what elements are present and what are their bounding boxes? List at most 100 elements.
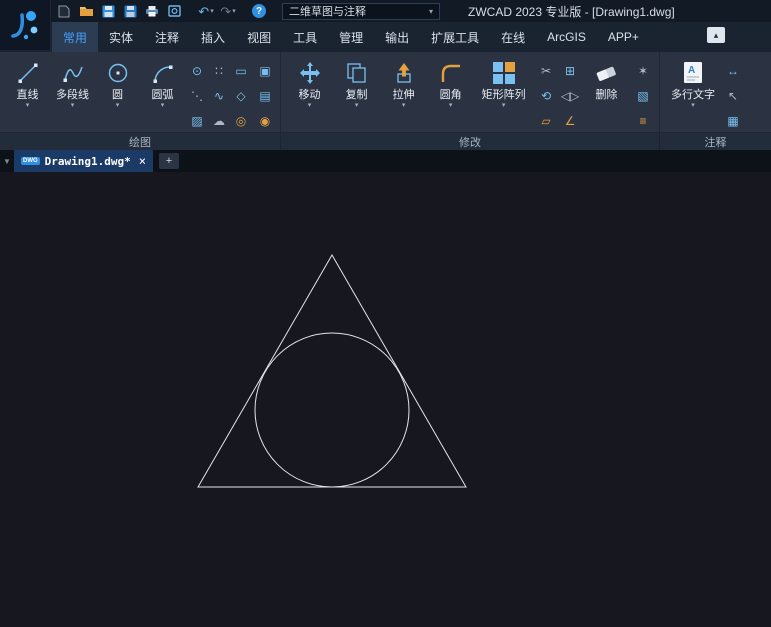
tool-stretch[interactable]: 拉伸 ▾	[381, 56, 426, 110]
chevron-down-icon[interactable]: ▾	[402, 102, 406, 110]
help-icon[interactable]: ?	[252, 4, 266, 18]
chevron-down-icon[interactable]: ▾	[26, 102, 30, 110]
rectangle-icon[interactable]: ▭	[230, 58, 252, 83]
new-document-tab-button[interactable]: +	[159, 153, 179, 169]
chevron-down-icon[interactable]: ▾	[161, 102, 165, 110]
drawing-canvas[interactable]	[0, 172, 771, 627]
tool-copy[interactable]: 复制 ▾	[334, 56, 379, 110]
mirror-icon[interactable]: ◁▷	[558, 83, 582, 108]
chevron-down-icon[interactable]: ▾	[449, 102, 453, 110]
preview-glyph	[167, 5, 181, 17]
trim-icon[interactable]: ✂	[534, 58, 558, 83]
tool-line[interactable]: 直线 ▾	[6, 56, 49, 110]
rotate-icon[interactable]: ⟲	[534, 83, 558, 108]
table-icon[interactable]: ▦	[722, 108, 744, 133]
panel-label-draw[interactable]: 绘图	[0, 133, 281, 150]
chevron-down-icon[interactable]: ▾	[116, 102, 120, 110]
leader-icon[interactable]: ↖	[722, 83, 744, 108]
ribbon-tab-solid[interactable]: 实体	[98, 22, 144, 52]
fillet-icon	[439, 58, 463, 88]
ribbon-tab-arcgis[interactable]: ArcGIS	[536, 22, 597, 52]
spline-icon[interactable]: ∿	[208, 83, 230, 108]
zwcad-logo-icon	[11, 11, 38, 40]
doc-tabs-menu-icon[interactable]: ▼	[0, 157, 14, 166]
redo-arrow-glyph: ↷	[220, 3, 232, 19]
chamfer-icon[interactable]: ∠	[558, 108, 582, 133]
close-icon[interactable]: ×	[139, 154, 146, 168]
undo-dropdown-icon[interactable]: ▾	[210, 7, 214, 15]
hatch-icon[interactable]: ▨	[186, 108, 208, 133]
ellipse-icon[interactable]: ◇	[230, 83, 252, 108]
dimension-icon[interactable]: ↔	[722, 58, 744, 83]
revision-cloud-icon[interactable]: ☁	[208, 108, 230, 133]
chevron-down-icon[interactable]: ▾	[355, 102, 359, 110]
ribbon-tab-online[interactable]: 在线	[490, 22, 536, 52]
preview-icon[interactable]	[166, 4, 182, 18]
save-glyph	[102, 5, 114, 17]
match-properties-icon[interactable]: ▧	[631, 83, 655, 108]
tool-label: 直线	[16, 89, 39, 101]
ribbon-tab-tools[interactable]: 工具	[282, 22, 328, 52]
canvas-background	[0, 172, 771, 627]
annotate-extra-tools: ↔ ↖ ▦	[722, 58, 744, 133]
chevron-down-icon[interactable]: ▾	[691, 102, 695, 110]
tool-erase[interactable]: 删除	[584, 56, 629, 102]
document-tab[interactable]: DWG Drawing1.dwg* ×	[14, 150, 153, 172]
copy-icon	[345, 58, 369, 88]
chevron-down-icon[interactable]: ▾	[308, 102, 312, 110]
scale-icon[interactable]: ▱	[534, 108, 558, 133]
tool-mtext[interactable]: A 多行文字 ▾	[666, 56, 720, 110]
ribbon-tab-express[interactable]: 扩展工具	[420, 22, 490, 52]
panel-annotate: A 多行文字 ▾ ↔ ↖ ▦	[660, 52, 771, 132]
explode-icon[interactable]: ✶	[631, 58, 655, 83]
new-file-icon[interactable]	[56, 4, 72, 18]
zwcad-logo[interactable]	[0, 0, 51, 50]
titlebar: ↶ ▾ ↷ ▾ ? 二维草图与注释 ▾ ZWCAD 2023 专业版 - [Dr…	[0, 0, 771, 22]
ring-icon[interactable]: ◎	[230, 108, 252, 133]
panel-label-annotate[interactable]: 注释	[660, 133, 771, 150]
redo-dropdown-icon[interactable]: ▾	[232, 7, 236, 15]
chevron-down-icon[interactable]: ▾	[71, 102, 75, 110]
ribbon-tab-output[interactable]: 输出	[374, 22, 420, 52]
wipeout-icon[interactable]: ▤	[254, 83, 276, 108]
chevron-down-icon[interactable]: ▾	[502, 102, 506, 110]
region-icon[interactable]: ▣	[254, 58, 276, 83]
redo-icon[interactable]: ↷ ▾	[220, 4, 236, 18]
tool-move[interactable]: 移动 ▾	[287, 56, 332, 110]
document-tab-bar: ▼ DWG Drawing1.dwg* × +	[0, 150, 771, 172]
multiple-points-icon[interactable]: ⋱	[186, 83, 208, 108]
ribbon-tab-annotate[interactable]: 注释	[144, 22, 190, 52]
ribbon-tab-view[interactable]: 视图	[236, 22, 282, 52]
ribbon-tab-insert[interactable]: 插入	[190, 22, 236, 52]
tool-label: 圆	[112, 89, 123, 101]
plot-icon[interactable]	[144, 4, 160, 18]
save-icon[interactable]	[100, 4, 116, 18]
open-icon[interactable]	[78, 4, 94, 18]
tool-label: 多行文字	[671, 89, 715, 101]
dwg-file-icon: DWG	[21, 157, 40, 165]
tool-circle[interactable]: 圆 ▾	[96, 56, 139, 110]
divide-icon[interactable]: ∷	[208, 58, 230, 83]
panel-label-modify[interactable]: 修改	[281, 133, 660, 150]
tool-polyline[interactable]: 多段线 ▾	[51, 56, 94, 110]
line-icon	[16, 58, 40, 88]
workspace-dropdown[interactable]: 二维草图与注释 ▾	[282, 2, 440, 20]
join-icon[interactable]: ≡	[631, 108, 655, 133]
stretch-icon	[392, 58, 416, 88]
ribbon-collapse-icon[interactable]: ▴	[707, 27, 725, 43]
point-icon[interactable]: ⊙	[186, 58, 208, 83]
undo-icon[interactable]: ↶ ▾	[198, 4, 214, 18]
ribbon-tab-home[interactable]: 常用	[52, 22, 99, 52]
ribbon-tab-app-plus[interactable]: APP+	[597, 22, 650, 52]
undo-arrow-glyph: ↶	[198, 3, 210, 19]
donut-icon[interactable]: ◉	[254, 108, 276, 133]
tool-fillet[interactable]: 圆角 ▾	[428, 56, 473, 110]
tool-arc[interactable]: 圆弧 ▾	[141, 56, 184, 110]
ribbon-tab-manage[interactable]: 管理	[328, 22, 374, 52]
tool-label: 拉伸	[392, 89, 415, 101]
zwcad-window: { "titlebar": { "app_title": "ZWCAD 2023…	[0, 0, 771, 627]
tool-rect-array[interactable]: 矩形阵列 ▾	[475, 56, 532, 110]
save-as-icon[interactable]	[122, 4, 138, 18]
window-title: ZWCAD 2023 专业版 - [Drawing1.dwg]	[468, 4, 675, 19]
offset-icon[interactable]: ⊞	[558, 58, 582, 83]
